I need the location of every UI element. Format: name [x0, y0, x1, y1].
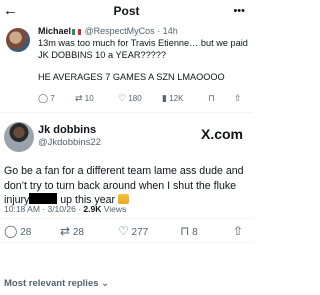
reply-like-button[interactable]: ♡ 180: [118, 92, 142, 105]
share-icon: ⇧: [233, 224, 244, 238]
reply-header: Michael @RespectMyCos · 14h: [38, 25, 178, 37]
reply-actions: ◯ 7 ⇄ 10 ♡ 180 ▮ 12K ⊓ ⇧: [38, 92, 250, 104]
reply-handle-time: @RespectMyCos · 14h: [84, 26, 178, 36]
avatar[interactable]: [6, 28, 30, 52]
views-chart-icon: ▮: [162, 93, 167, 103]
reply-share-button[interactable]: ⇧: [234, 92, 242, 105]
reply-reply-button[interactable]: ◯ 7: [38, 92, 55, 105]
comment-icon: ◯: [4, 224, 18, 238]
comment-icon: ◯: [38, 93, 49, 103]
page-title: Post: [113, 4, 140, 18]
post-reply-button[interactable]: ◯ 28: [4, 224, 31, 240]
heart-icon: ♡: [118, 224, 129, 238]
redaction-bar: [29, 193, 58, 204]
x-logo: X.com: [200, 126, 243, 142]
heart-icon: ♡: [118, 93, 127, 103]
repost-icon: ⇄: [75, 93, 83, 103]
post-share-button[interactable]: ⇧: [233, 224, 243, 240]
mexico-flag-icon: [72, 28, 82, 35]
bookmark-icon: ⊓: [180, 224, 190, 238]
reply-repost-button[interactable]: ⇄ 10: [75, 92, 94, 105]
reply-text: 13m was too much for Travis Etienne… but…: [38, 38, 248, 60]
top-bar: ← Post •••: [0, 0, 253, 24]
reply-repost-count: 10: [84, 94, 94, 103]
bookmark-icon: ⊓: [208, 93, 216, 103]
post-bookmark-button[interactable]: ⊓ 8: [180, 224, 198, 240]
post-repost-count: 28: [72, 227, 84, 238]
chevron-down-icon: ⌄: [101, 278, 110, 289]
post-bookmark-count: 8: [192, 227, 198, 238]
avatar[interactable]: [4, 122, 34, 152]
divider: [0, 218, 253, 219]
divider: [0, 242, 253, 243]
parent-reply[interactable]: Michael @RespectMyCos · 14h 13m was too …: [0, 24, 253, 110]
post-like-button[interactable]: ♡ 277: [118, 224, 148, 240]
reply-bookmark-button[interactable]: ⊓: [208, 92, 215, 105]
reply-author-name[interactable]: Michael: [38, 26, 71, 36]
post-timestamp: 10:18 AM · 3/10/26 ·: [4, 204, 84, 214]
reply-sort-dropdown[interactable]: Most relevant replies ⌄: [4, 278, 109, 290]
reply-text-second: HE AVERAGES 7 GAMES A SZN LMAOOOO: [38, 72, 225, 82]
thumbs-down-emoji-icon: [118, 194, 129, 204]
share-icon: ⇧: [234, 93, 242, 103]
repost-icon: ⇄: [60, 224, 71, 238]
post-actions: ◯ 28 ⇄ 28 ♡ 277 ⊓ 8 ⇧: [0, 221, 253, 239]
post-views-label: Views: [101, 204, 127, 214]
reply-sort-label: Most relevant replies: [4, 278, 99, 289]
reply-like-count: 180: [128, 94, 142, 103]
post-text: Go be a fan for a different team lame as…: [4, 164, 250, 208]
post-meta: 10:18 AM · 3/10/26 · 2.9K Views: [4, 204, 126, 215]
post-reply-count: 28: [20, 227, 32, 238]
post-author-handle[interactable]: @Jkdobbins22: [38, 137, 101, 149]
post-repost-button[interactable]: ⇄ 28: [60, 224, 84, 240]
reply-views-button[interactable]: ▮ 12K: [162, 92, 183, 105]
reply-views-count: 12K: [169, 94, 184, 103]
post-author-name[interactable]: Jk dobbins: [38, 124, 96, 137]
post-views-count: 2.9K: [83, 204, 102, 214]
post-like-count: 277: [131, 227, 149, 238]
more-options-icon[interactable]: •••: [233, 2, 245, 20]
divider: [0, 112, 253, 113]
reply-reply-count: 7: [50, 94, 55, 103]
